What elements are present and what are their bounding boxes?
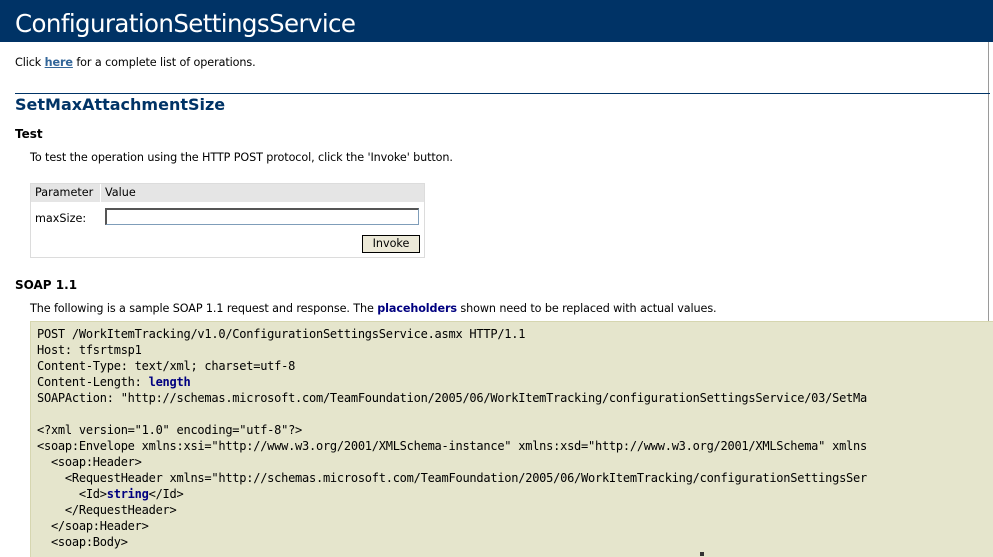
code-text: POST /WorkItemTracking/v1.0/Configuratio… [37, 327, 526, 341]
code-text: Content-Length: [37, 375, 149, 389]
code-text: SOAPAction: "http://schemas.microsoft.co… [37, 391, 867, 405]
code-line: </RequestHeader> [37, 503, 177, 517]
code-text: Content-Type: text/xml; charset=utf-8 [37, 359, 296, 373]
code-line: POST /WorkItemTracking/v1.0/Configuratio… [37, 327, 525, 341]
code-text: <Id> [37, 487, 107, 501]
header-divider [100, 184, 101, 202]
scroll-marker [700, 552, 704, 556]
code-line: <soap:Envelope xmlns:xsi="http://www.w3.… [37, 439, 867, 453]
code-line: Content-Type: text/xml; charset=utf-8 [37, 359, 295, 373]
code-line: Host: tfsrtmsp1 [37, 343, 142, 357]
code-line: Content-Length: length [37, 375, 191, 389]
intro-before: Click [15, 56, 45, 69]
operations-list-link[interactable]: here [45, 56, 73, 69]
code-placeholder: string [106, 487, 149, 501]
placeholders-term: placeholders [377, 302, 457, 315]
operation-divider [15, 93, 990, 94]
page-header: ConfigurationSettingsService [0, 0, 993, 42]
parameter-column-header: Parameter [35, 186, 94, 199]
code-text: <soap:Envelope xmlns:xsi="http://www.w3.… [37, 439, 867, 453]
code-text: </Id> [148, 487, 184, 501]
code-text: <soap:Header> [37, 455, 142, 469]
code-line: <soap:Header> [37, 455, 142, 469]
service-title: ConfigurationSettingsService [15, 9, 356, 38]
intro-after: for a complete list of operations. [72, 56, 256, 69]
code-line: <soap:Body> [37, 535, 128, 549]
invoke-button[interactable]: Invoke [362, 235, 420, 253]
soap-request-sample: POST /WorkItemTracking/v1.0/Configuratio… [30, 321, 993, 557]
code-placeholder: length [148, 375, 191, 389]
code-line: <RequestHeader xmlns="http://schemas.mic… [37, 471, 867, 485]
soap-description: The following is a sample SOAP 1.1 reque… [30, 302, 717, 315]
code-text: <?xml version="1.0" encoding="utf-8"?> [37, 423, 303, 437]
parameters-table-header: Parameter Value [31, 184, 424, 202]
code-line: <Id>string</Id> [37, 487, 184, 501]
soap-desc-after: shown need to be replaced with actual va… [456, 302, 717, 315]
code-line: <?xml version="1.0" encoding="utf-8"?> [37, 423, 302, 437]
code-line: SOAPAction: "http://schemas.microsoft.co… [37, 391, 867, 405]
parameters-table: Parameter Value maxSize: Invoke [30, 183, 425, 258]
soap-desc-before: The following is a sample SOAP 1.1 reque… [30, 302, 378, 315]
code-text: </soap:Header> [37, 519, 149, 533]
operations-intro: Click here for a complete list of operat… [15, 56, 256, 69]
max-size-label: maxSize: [35, 212, 87, 225]
code-text: <soap:Body> [37, 535, 128, 549]
code-line: </soap:Header> [37, 519, 149, 533]
test-heading: Test [15, 127, 43, 141]
code-text: </RequestHeader> [37, 503, 177, 517]
max-size-input[interactable] [105, 208, 419, 225]
operation-title: SetMaxAttachmentSize [15, 95, 226, 114]
test-description: To test the operation using the HTTP POS… [30, 151, 453, 164]
value-column-header: Value [105, 186, 136, 199]
soap-heading: SOAP 1.1 [15, 278, 78, 292]
code-text: Host: tfsrtmsp1 [37, 343, 142, 357]
code-text: <RequestHeader xmlns="http://schemas.mic… [37, 471, 867, 485]
